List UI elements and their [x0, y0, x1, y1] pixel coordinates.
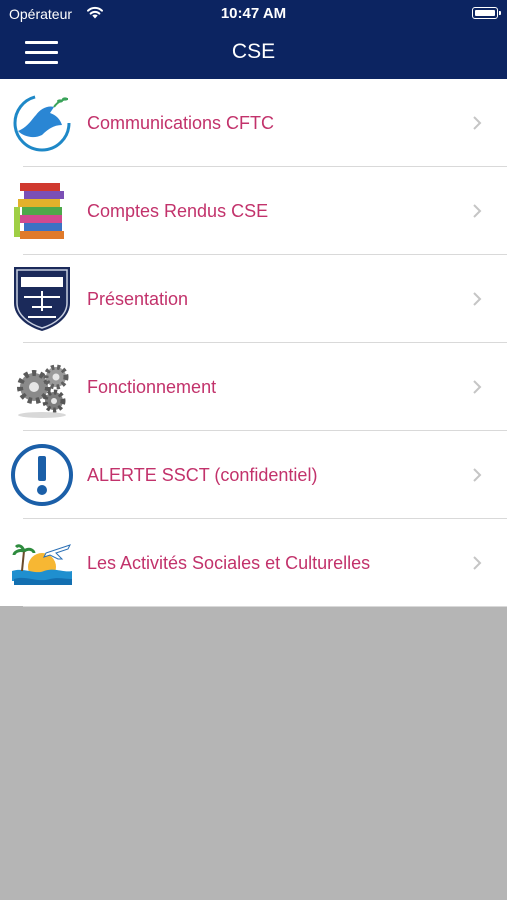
- row-divider: [23, 606, 507, 607]
- menu-item-label: Les Activités Sociales et Culturelles: [87, 553, 371, 573]
- book-stack-icon: [14, 183, 64, 239]
- chevron-right-icon: [473, 204, 482, 218]
- menu-item-label: Comptes Rendus CSE: [87, 201, 269, 221]
- menu-item-presentation[interactable]: Présentation: [0, 255, 507, 343]
- chevron-right-icon: [473, 292, 482, 306]
- menu-item-communications[interactable]: Communications CFTC: [0, 79, 507, 167]
- airbus-shield-icon: [14, 267, 70, 331]
- menu-item-label: Fonctionnement: [87, 377, 217, 397]
- gears-icon: [17, 364, 69, 418]
- battery-icon: [472, 7, 501, 19]
- chevron-right-icon: [473, 468, 482, 482]
- chevron-right-icon: [473, 380, 482, 394]
- menu-list: Communications CFTC Comptes Rendus CSE P…: [0, 79, 507, 607]
- menu-item-label: ALERTE SSCT (confidentiel): [87, 465, 318, 485]
- menu-item-activites-sociales[interactable]: Les Activités Sociales et Culturelles: [0, 519, 507, 607]
- menu-item-label: Présentation: [87, 289, 189, 309]
- chevron-right-icon: [473, 116, 482, 130]
- page-title: CSE: [231, 40, 276, 63]
- clock: 10:47 AM: [220, 5, 287, 22]
- dove-icon: [13, 94, 71, 152]
- menu-item-alerte-ssct[interactable]: ALERTE SSCT (confidentiel): [0, 431, 507, 519]
- chevron-right-icon: [473, 556, 482, 570]
- beach-plane-icon: [12, 544, 72, 585]
- status-bar: Opérateur 10:47 AM: [0, 0, 507, 28]
- menu-item-label: Communications CFTC: [87, 113, 275, 133]
- menu-item-comptes-rendus[interactable]: Comptes Rendus CSE: [0, 167, 507, 255]
- navigation-bar: Opérateur 10:47 AM CSE: [0, 0, 507, 79]
- exclamation-icon: [11, 444, 73, 506]
- menu-item-fonctionnement[interactable]: Fonctionnement: [0, 343, 507, 431]
